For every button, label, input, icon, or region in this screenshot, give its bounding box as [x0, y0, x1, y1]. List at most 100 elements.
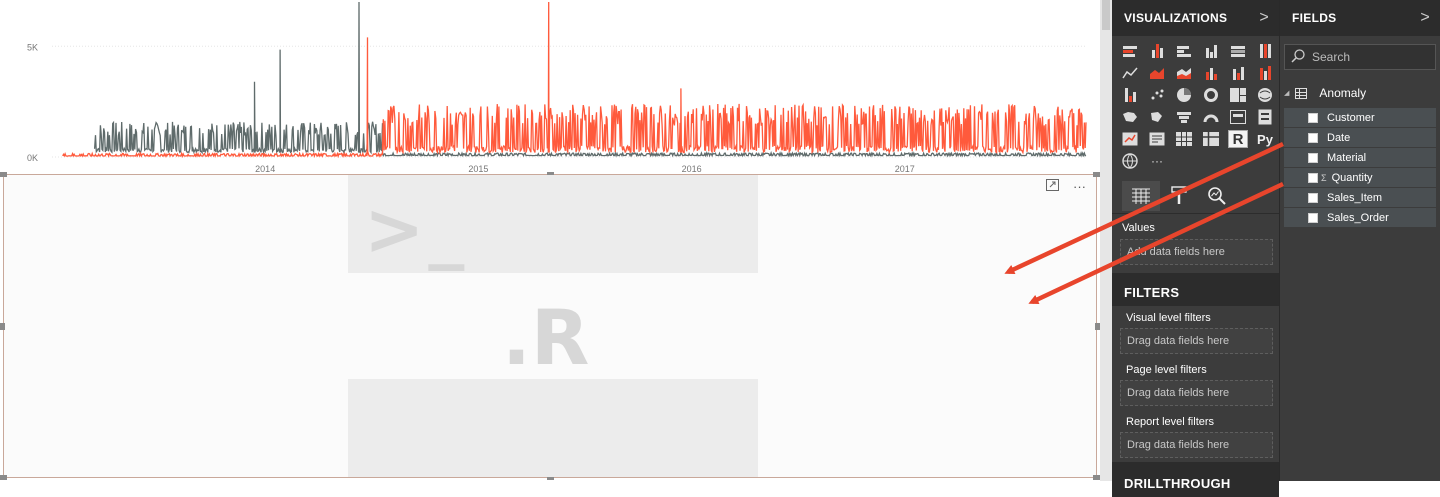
line-and-clustered-column-chart-icon[interactable]: [1228, 64, 1248, 82]
r-logo-text: .R: [502, 293, 590, 382]
stacked-column-chart-icon[interactable]: [1147, 42, 1167, 60]
more-options-icon[interactable]: ···: [1073, 179, 1086, 194]
resize-handle-top-right[interactable]: [1093, 172, 1100, 177]
field-item[interactable]: Σ Quantity: [1284, 168, 1436, 188]
slicer-icon[interactable]: [1147, 130, 1167, 148]
x-tick-label: 2017: [895, 164, 915, 174]
visual-header: ···: [1046, 179, 1086, 194]
page-filters-label: Page level filters: [1126, 364, 1207, 376]
map-icon[interactable]: [1255, 86, 1275, 104]
stacked-area-chart-icon[interactable]: [1174, 64, 1194, 82]
page-filters-dropzone[interactable]: Drag data fields here: [1120, 380, 1273, 406]
visual-type-gallery: R Py ···: [1112, 36, 1279, 177]
sigma-icon: Σ: [1321, 172, 1327, 183]
field-item[interactable]: Sales_Item: [1284, 188, 1436, 208]
resize-handle-bottom-right[interactable]: [1093, 475, 1100, 480]
field-item[interactable]: Date: [1284, 128, 1436, 148]
field-checkbox[interactable]: [1308, 172, 1318, 183]
resize-handle-bottom-left[interactable]: [0, 475, 7, 480]
fields-search-input[interactable]: Search: [1284, 44, 1436, 70]
clustered-column-chart-icon[interactable]: [1201, 42, 1221, 60]
treemap-icon[interactable]: [1228, 86, 1248, 104]
area-chart-icon[interactable]: [1147, 64, 1167, 82]
values-dropzone[interactable]: Add data fields here: [1120, 239, 1273, 265]
y-tick-label: 0K: [27, 153, 38, 163]
donut-chart-icon[interactable]: [1201, 86, 1221, 104]
kpi-icon[interactable]: [1120, 130, 1140, 148]
scatter-chart-icon[interactable]: [1147, 86, 1167, 104]
visualizations-title: VISUALIZATIONS: [1124, 11, 1228, 25]
field-label: Sales_Item: [1327, 191, 1383, 204]
fields-header: FIELDS >: [1280, 0, 1440, 36]
r-script-visual-icon[interactable]: R: [1228, 130, 1248, 148]
python-visual-icon[interactable]: Py: [1255, 130, 1275, 148]
waterfall-chart-icon[interactable]: [1120, 86, 1140, 104]
expand-table-icon[interactable]: ◢: [1284, 89, 1289, 97]
ribbon-chart-icon[interactable]: [1255, 64, 1275, 82]
field-checkbox[interactable]: [1308, 152, 1318, 163]
shape-map-icon[interactable]: [1147, 108, 1167, 126]
field-list: Customer Date Material Σ Quantity Sales_Item S…: [1280, 108, 1440, 228]
resize-handle-left[interactable]: [0, 323, 5, 330]
values-label: Values: [1122, 222, 1155, 234]
x-tick-label: 2016: [682, 164, 702, 174]
gauge-icon[interactable]: [1201, 108, 1221, 126]
field-label: Date: [1327, 131, 1351, 144]
field-label: Customer: [1327, 111, 1375, 124]
arcgis-map-icon[interactable]: [1120, 152, 1140, 170]
y-tick-label: 5K: [27, 42, 38, 52]
fields-icon[interactable]: [1122, 181, 1160, 211]
multi-row-card-icon[interactable]: [1255, 108, 1275, 126]
fields-pane: FIELDS > Search ◢ Anomaly Customer Date Ma…: [1279, 0, 1440, 481]
line-and-column-chart-icon[interactable]: [1201, 64, 1221, 82]
visualization-tools: [1112, 177, 1279, 213]
filled-map-icon[interactable]: [1120, 108, 1140, 126]
field-label: Material: [1327, 151, 1367, 164]
collapse-visualizations-icon[interactable]: >: [1259, 9, 1269, 27]
field-item[interactable]: Sales_Order: [1284, 208, 1436, 228]
visualizations-header: VISUALIZATIONS >: [1112, 0, 1279, 36]
report-filters-label: Report level filters: [1126, 416, 1215, 428]
table-icon: [1295, 87, 1308, 99]
table-name: Anomaly: [1319, 86, 1367, 100]
field-checkbox[interactable]: [1308, 112, 1318, 123]
table-icon[interactable]: [1174, 130, 1194, 148]
100-percent-bar-chart-icon[interactable]: [1228, 42, 1248, 60]
field-item[interactable]: Material: [1284, 148, 1436, 168]
clustered-bar-chart-icon[interactable]: [1174, 42, 1194, 60]
page-level-filters: Page level filters Drag data fields here: [1112, 358, 1279, 410]
line-chart[interactable]: 5K 0K 2014 2015 2016 2017: [0, 0, 1100, 175]
funnel-icon[interactable]: [1174, 108, 1194, 126]
resize-handle-top-left[interactable]: [0, 172, 7, 177]
visual-filters-label: Visual level filters: [1126, 312, 1211, 324]
card-icon[interactable]: [1228, 108, 1248, 126]
matrix-icon[interactable]: [1201, 130, 1221, 148]
table-anomaly[interactable]: ◢ Anomaly: [1280, 78, 1440, 108]
format-paint-icon[interactable]: [1160, 181, 1198, 211]
expand-icon[interactable]: [1046, 179, 1059, 194]
visual-filters-dropzone[interactable]: Drag data fields here: [1120, 328, 1273, 354]
canvas-scrollbar[interactable]: [1100, 0, 1112, 481]
field-checkbox[interactable]: [1308, 192, 1318, 203]
report-filters-dropzone[interactable]: Drag data fields here: [1120, 432, 1273, 458]
report-canvas: 5K 0K 2014 2015 2016 2017 ··· >_ .R: [0, 0, 1100, 481]
pie-chart-icon[interactable]: [1174, 86, 1194, 104]
stacked-bar-chart-icon[interactable]: [1120, 42, 1140, 60]
field-checkbox[interactable]: [1308, 212, 1318, 223]
collapse-fields-icon[interactable]: >: [1420, 9, 1430, 27]
search-placeholder: Search: [1312, 50, 1351, 64]
scrollbar-thumb[interactable]: [1102, 0, 1110, 30]
field-item[interactable]: Customer: [1284, 108, 1436, 128]
x-tick-label: 2014: [255, 164, 275, 174]
analytics-icon[interactable]: [1198, 181, 1236, 211]
visualizations-pane: VISUALIZATIONS > R Py ··· Values Add dat…: [1112, 0, 1279, 497]
line-chart-icon[interactable]: [1120, 64, 1140, 82]
values-well: Values Add data fields here: [1112, 213, 1279, 273]
100-percent-column-chart-icon[interactable]: [1255, 42, 1275, 60]
more-visuals-icon[interactable]: ···: [1147, 152, 1167, 170]
placeholder-block-bottom: [348, 379, 758, 477]
console-prompt-glyph: >_: [364, 187, 469, 271]
field-checkbox[interactable]: [1308, 132, 1318, 143]
field-label: Sales_Order: [1327, 211, 1389, 224]
r-script-visual[interactable]: ··· >_ .R: [0, 172, 1100, 480]
